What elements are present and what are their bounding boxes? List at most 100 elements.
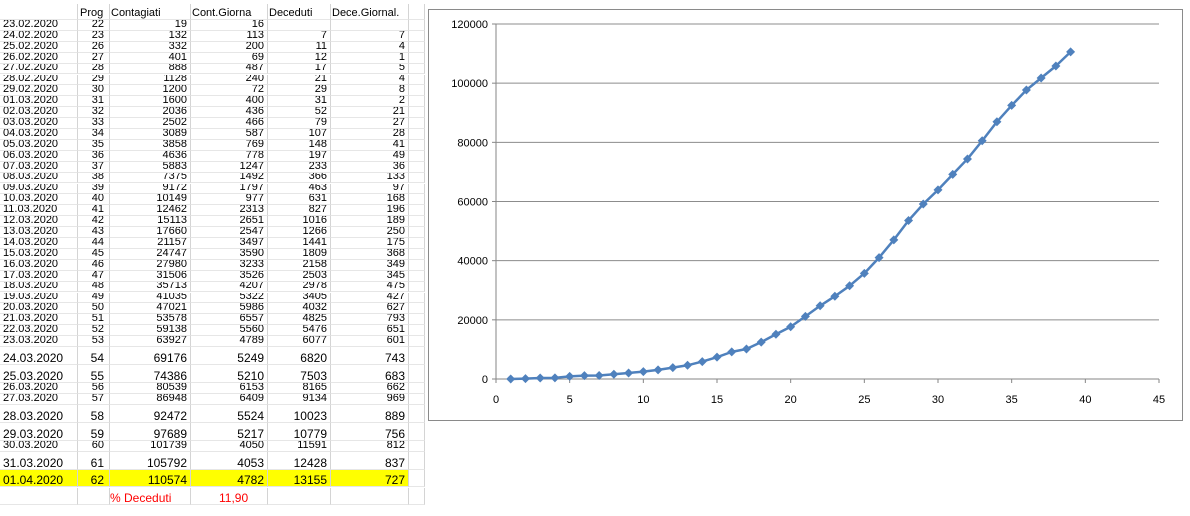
- contagiati-cell[interactable]: 86948: [110, 393, 191, 405]
- empty-cell[interactable]: [409, 314, 425, 326]
- contagiati-cell[interactable]: 59138: [110, 325, 191, 337]
- contagiati-cell[interactable]: 97689: [110, 422, 191, 441]
- dece-giornal-cell[interactable]: 837: [331, 451, 409, 470]
- dece-giornal-cell[interactable]: 168: [331, 194, 409, 206]
- empty-cell[interactable]: [409, 292, 425, 304]
- dece-giornal-cell[interactable]: 175: [331, 238, 409, 249]
- cont-giorna-cell[interactable]: 2313: [191, 205, 268, 217]
- dece-giornal-cell[interactable]: 133: [331, 172, 409, 184]
- contagiati-cell[interactable]: 332: [110, 41, 191, 53]
- deceduti-cell[interactable]: 8165: [268, 383, 331, 394]
- dece-giornal-cell[interactable]: 349: [331, 259, 409, 271]
- deceduti-cell[interactable]: 12: [268, 52, 331, 64]
- deceduti-cell[interactable]: 197: [268, 150, 331, 162]
- dece-giornal-cell[interactable]: 97: [331, 183, 409, 195]
- prog-cell[interactable]: 26: [78, 41, 110, 53]
- dece-giornal-cell[interactable]: 36: [331, 161, 409, 173]
- contagiati-cell[interactable]: 27980: [110, 259, 191, 271]
- empty-cell[interactable]: [409, 404, 425, 423]
- empty-cell[interactable]: [409, 205, 425, 217]
- header-contagiati[interactable]: Contagiati: [110, 4, 191, 20]
- date-cell[interactable]: 05.03.2020: [0, 139, 78, 151]
- prog-cell[interactable]: 59: [78, 422, 110, 441]
- prog-cell[interactable]: 50: [78, 303, 110, 315]
- empty-cell[interactable]: [409, 469, 425, 487]
- prog-cell[interactable]: 32: [78, 107, 110, 119]
- date-cell[interactable]: 21.03.2020: [0, 314, 78, 326]
- deceduti-cell[interactable]: [268, 20, 331, 31]
- deceduti-cell[interactable]: 7503: [268, 365, 331, 383]
- dece-giornal-cell[interactable]: 4: [331, 41, 409, 53]
- empty-cell[interactable]: [409, 96, 425, 108]
- date-cell[interactable]: 10.03.2020: [0, 194, 78, 206]
- deceduti-cell[interactable]: 10779: [268, 422, 331, 441]
- prog-cell[interactable]: 47: [78, 270, 110, 282]
- prog-cell[interactable]: 44: [78, 238, 110, 249]
- deceduti-cell[interactable]: 17: [268, 63, 331, 75]
- dece-giornal-cell[interactable]: 427: [331, 292, 409, 304]
- empty-cell[interactable]: [409, 150, 425, 162]
- deceduti-cell[interactable]: 3405: [268, 292, 331, 304]
- deceduti-cell[interactable]: 2503: [268, 270, 331, 282]
- deceduti-cell[interactable]: 52: [268, 107, 331, 119]
- deceduti-cell[interactable]: 2978: [268, 281, 331, 293]
- contagiati-cell[interactable]: 5883: [110, 161, 191, 173]
- contagiati-cell[interactable]: 1200: [110, 85, 191, 97]
- prog-cell[interactable]: 31: [78, 96, 110, 108]
- deceduti-cell[interactable]: 2158: [268, 259, 331, 271]
- date-cell[interactable]: 13.03.2020: [0, 227, 78, 238]
- prog-cell[interactable]: 33: [78, 118, 110, 129]
- empty-cell[interactable]: [409, 238, 425, 249]
- contagiati-cell[interactable]: 10149: [110, 194, 191, 206]
- dece-giornal-cell[interactable]: 2: [331, 96, 409, 108]
- contagiati-cell[interactable]: 19: [110, 20, 191, 31]
- date-cell[interactable]: 12.03.2020: [0, 216, 78, 228]
- cont-giorna-cell[interactable]: 72: [191, 85, 268, 97]
- deceduti-cell[interactable]: 631: [268, 194, 331, 206]
- contagiati-cell[interactable]: 21157: [110, 238, 191, 249]
- contagiati-cell[interactable]: 41035: [110, 292, 191, 304]
- dece-giornal-cell[interactable]: 7: [331, 30, 409, 42]
- empty-cell[interactable]: [331, 487, 409, 505]
- cont-giorna-cell[interactable]: 6153: [191, 383, 268, 394]
- contagiati-cell[interactable]: 12462: [110, 205, 191, 217]
- deceduti-cell[interactable]: 79: [268, 118, 331, 129]
- empty-cell[interactable]: [409, 248, 425, 260]
- empty-cell[interactable]: [409, 270, 425, 282]
- contagiati-cell[interactable]: 74386: [110, 365, 191, 383]
- date-cell[interactable]: 27.03.2020: [0, 393, 78, 405]
- date-cell[interactable]: 01.03.2020: [0, 96, 78, 108]
- deceduti-cell[interactable]: 21: [268, 74, 331, 86]
- dece-giornal-cell[interactable]: 743: [331, 347, 409, 365]
- cont-giorna-cell[interactable]: 113: [191, 30, 268, 42]
- contagiati-cell[interactable]: 63927: [110, 336, 191, 347]
- date-cell[interactable]: 28.03.2020: [0, 404, 78, 423]
- prog-cell[interactable]: 55: [78, 365, 110, 383]
- prog-cell[interactable]: 61: [78, 451, 110, 470]
- dece-giornal-cell[interactable]: 8: [331, 85, 409, 97]
- deceduti-cell[interactable]: 1266: [268, 227, 331, 238]
- dece-giornal-cell[interactable]: 601: [331, 336, 409, 347]
- cont-giorna-cell[interactable]: 69: [191, 52, 268, 64]
- prog-cell[interactable]: 57: [78, 393, 110, 405]
- date-cell[interactable]: 08.03.2020: [0, 172, 78, 184]
- prog-cell[interactable]: 54: [78, 347, 110, 365]
- prog-cell[interactable]: 27: [78, 52, 110, 64]
- prog-cell[interactable]: 51: [78, 314, 110, 326]
- cont-giorna-cell[interactable]: 200: [191, 41, 268, 53]
- date-cell[interactable]: 02.03.2020: [0, 107, 78, 119]
- contagiati-cell[interactable]: 2036: [110, 107, 191, 119]
- prog-cell[interactable]: 40: [78, 194, 110, 206]
- empty-cell[interactable]: [409, 336, 425, 347]
- dece-giornal-cell[interactable]: 49: [331, 150, 409, 162]
- prog-cell[interactable]: 23: [78, 30, 110, 42]
- dece-giornal-cell[interactable]: 345: [331, 270, 409, 282]
- date-cell[interactable]: 06.03.2020: [0, 150, 78, 162]
- contagiati-cell[interactable]: 47021: [110, 303, 191, 315]
- cont-giorna-cell[interactable]: 4050: [191, 440, 268, 452]
- dece-giornal-cell[interactable]: 727: [331, 469, 409, 487]
- header-dece-giornal[interactable]: Dece.Giornal.: [331, 4, 409, 20]
- cont-giorna-cell[interactable]: 16: [191, 20, 268, 31]
- contagiati-cell[interactable]: 7375: [110, 172, 191, 184]
- contagiati-cell[interactable]: 105792: [110, 451, 191, 470]
